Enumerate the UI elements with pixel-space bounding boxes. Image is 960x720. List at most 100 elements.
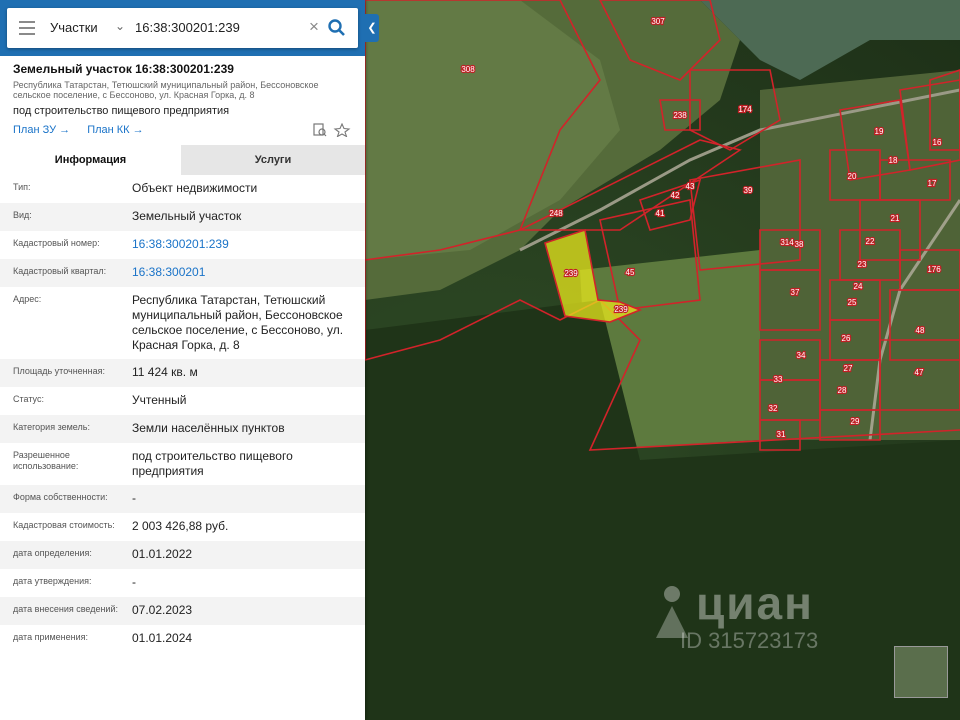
detail-row: Кадастровый квартал: 16:38:300201 — [0, 259, 365, 287]
cian-watermark: циан ID 315723173 — [648, 568, 868, 653]
detail-value: 01.01.2022 — [132, 547, 193, 561]
minimap[interactable] — [894, 646, 948, 698]
parcel-number-label: 42 — [671, 191, 680, 200]
watermark-id: ID 315723173 — [680, 628, 819, 653]
collapse-panel-button[interactable]: ❮ — [365, 14, 379, 42]
parcel-number-label: 29 — [851, 417, 860, 426]
parcel-number-label: 24 — [854, 282, 863, 291]
parcel-number-label: 37 — [791, 288, 800, 297]
parcel-number-label: 39 — [744, 186, 753, 195]
detail-value: 07.02.2023 — [132, 603, 193, 617]
detail-value: Республика Татарстан, Тетюшский муниципа… — [132, 293, 344, 352]
parcel-number-label: 34 — [797, 351, 806, 360]
parcel-number-label: 19 — [875, 127, 884, 136]
selected-parcel-label: 239 — [614, 305, 628, 314]
parcel-number-label: 45 — [626, 268, 635, 277]
details-list: Тип: Объект недвижимости Вид: Земельный уча… — [0, 175, 365, 653]
parcel-number-label: 17 — [928, 179, 937, 188]
star-icon[interactable] — [333, 123, 351, 137]
detail-value: Земельный участок — [132, 209, 242, 223]
parcel-number-label: 27 — [844, 364, 853, 373]
detail-row: Статус: Учтенный — [0, 387, 365, 415]
detail-label: Разрешенное использование: — [13, 450, 79, 471]
watermark-text: циан — [696, 577, 814, 629]
detail-row: Тип: Объект недвижимости — [0, 175, 365, 203]
detail-value: 01.01.2024 — [132, 631, 193, 645]
parcel-number-label: 308 — [461, 65, 475, 74]
detail-label: Площадь уточненная: — [13, 366, 105, 376]
detail-row: Кадастровая стоимость: 2 003 426,88 руб. — [0, 513, 365, 541]
detail-row: Вид: Земельный участок — [0, 203, 365, 231]
detail-label: Категория земель: — [13, 422, 90, 432]
detail-label: Кадастровая стоимость: — [13, 520, 115, 530]
parcel-number-label: 21 — [891, 214, 900, 223]
parcel-number-label: 307 — [651, 17, 665, 26]
detail-label: дата утверждения: — [13, 576, 92, 586]
tab-information[interactable]: Информация — [0, 145, 181, 175]
plan-zu-link[interactable]: План ЗУ → — [13, 124, 70, 136]
detail-value[interactable]: 16:38:300201:239 — [132, 237, 352, 252]
detail-value: Учтенный — [132, 393, 187, 407]
search-bar: Участки ⌄ 16:38:300201:239 × — [7, 8, 358, 48]
tabs: Информация Услуги — [0, 145, 365, 175]
detail-value: 11 424 кв. м — [132, 365, 198, 379]
detail-label: дата определения: — [13, 548, 92, 558]
detail-row: дата внесения сведений: 07.02.2023 — [0, 597, 365, 625]
info-panel: Участки ⌄ 16:38:300201:239 × Земельный у… — [0, 0, 365, 720]
parcel-number-label: 33 — [774, 375, 783, 384]
detail-label: Кадастровый квартал: — [13, 266, 107, 276]
search-category-select[interactable]: Участки — [50, 20, 98, 35]
parcel-number-label: 18 — [889, 156, 898, 165]
parcel-number-label: 239 — [564, 269, 578, 278]
detail-row: Разрешенное использование: под строительс… — [0, 443, 365, 485]
search-input[interactable]: 16:38:300201:239 — [135, 20, 240, 35]
parcel-number-label: 48 — [916, 326, 925, 335]
parcel-number-label: 25 — [848, 298, 857, 307]
parcel-number-label: 41 — [656, 209, 665, 218]
document-search-icon[interactable] — [313, 123, 327, 137]
parcel-number-label: 314 — [780, 238, 794, 247]
chevron-down-icon[interactable]: ⌄ — [115, 19, 125, 33]
parcel-number-label: 20 — [848, 172, 857, 181]
detail-label: Статус: — [13, 394, 44, 404]
parcel-use: под строительство пищевого предприятия — [13, 105, 230, 117]
detail-row: Кадастровый номер: 16:38:300201:239 — [0, 231, 365, 259]
parcel-number-label: 38 — [795, 240, 804, 249]
detail-value[interactable]: 16:38:300201 — [132, 265, 352, 280]
detail-row: Адрес: Республика Татарстан, Тетюшский му… — [0, 287, 365, 359]
detail-value: - — [132, 491, 136, 505]
parcel-number-label: 16 — [933, 138, 942, 147]
detail-value: под строительство пищевого предприятия — [132, 449, 293, 478]
detail-label: дата внесения сведений: — [13, 604, 118, 614]
parcel-tools — [313, 123, 351, 137]
detail-value: 2 003 426,88 руб. — [132, 519, 229, 533]
parcel-number-label: 26 — [842, 334, 851, 343]
tab-services[interactable]: Услуги — [181, 145, 365, 175]
parcel-number-label: 32 — [769, 404, 778, 413]
parcel-address: Республика Татарстан, Тетюшский муниципа… — [13, 80, 319, 100]
detail-row: Категория земель: Земли населённых пункто… — [0, 415, 365, 443]
close-icon[interactable]: × — [309, 17, 319, 37]
parcel-number-label: 176 — [927, 265, 941, 274]
detail-label: Вид: — [13, 210, 32, 220]
detail-value: Объект недвижимости — [132, 181, 258, 195]
parcel-number-label: 22 — [866, 237, 875, 246]
parcel-number-label: 31 — [777, 430, 786, 439]
detail-row: дата утверждения: - — [0, 569, 365, 597]
detail-row: дата определения: 01.01.2022 — [0, 541, 365, 569]
detail-label: Кадастровый номер: — [13, 238, 100, 248]
detail-label: Адрес: — [13, 294, 42, 304]
detail-row: Форма собственности: - — [0, 485, 365, 513]
detail-row: Площадь уточненная: 11 424 кв. м — [0, 359, 365, 387]
parcel-number-label: 47 — [915, 368, 924, 377]
search-icon[interactable] — [327, 18, 347, 38]
parcel-number-label: 174 — [738, 105, 752, 114]
parcel-number-label: 43 — [686, 182, 695, 191]
menu-icon[interactable] — [19, 21, 35, 35]
detail-label: Форма собственности: — [13, 492, 108, 502]
parcel-number-label: 248 — [549, 209, 563, 218]
detail-label: дата применения: — [13, 632, 89, 642]
parcel-title: Земельный участок 16:38:300201:239 — [13, 62, 234, 76]
plan-kk-link[interactable]: План КК → — [87, 124, 143, 136]
detail-value: - — [132, 575, 136, 589]
